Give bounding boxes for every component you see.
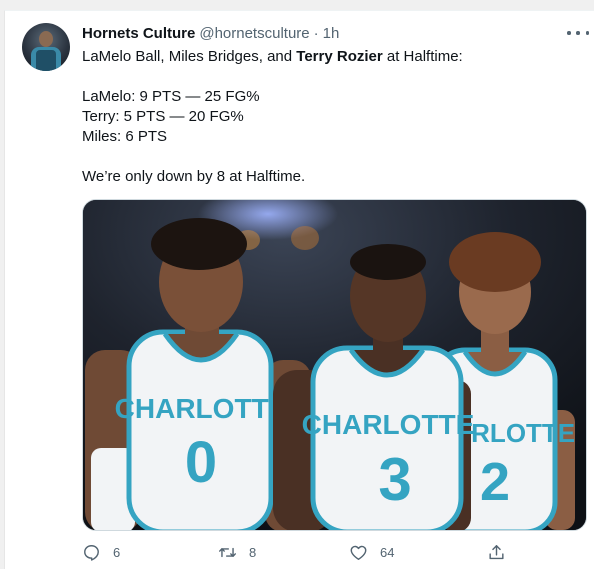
stat-line-terry: Terry: 5 PTS — 20 FG% — [82, 108, 244, 125]
author-name[interactable]: Hornets Culture — [82, 25, 195, 42]
more-options-icon[interactable] — [567, 23, 589, 43]
more-dot — [585, 31, 589, 35]
header-separator: · — [313, 25, 319, 42]
tweet-header: Hornets Culture @hornetsculture · 1h — [82, 25, 339, 45]
reply-count: 6 — [113, 545, 121, 560]
like-icon — [350, 545, 367, 560]
author-avatar[interactable] — [22, 23, 70, 71]
line1-suffix: at Halftime: — [382, 48, 463, 65]
more-dot — [576, 31, 580, 35]
retweet-button[interactable]: 8 — [218, 543, 256, 562]
more-dot — [567, 31, 571, 35]
share-icon — [489, 545, 504, 560]
retweet-icon — [219, 547, 236, 558]
line1-bold-name: Terry Rozier — [296, 48, 383, 65]
line1-prefix: LaMelo Ball, Miles Bridges, and — [82, 48, 297, 65]
players-photo: CHARLOTTE 2 CHARLOTTE 0 CHARLOTTE 3 — [83, 200, 586, 530]
author-handle[interactable]: @hornetsculture — [199, 25, 309, 42]
jersey-number-center: 3 — [378, 446, 411, 513]
jersey-text-center: CHARLOTTE — [302, 409, 475, 440]
tweet-timestamp[interactable]: 1h — [323, 25, 340, 42]
stat-line-lamelo: LaMelo: 9 PTS — 25 FG% — [82, 88, 260, 105]
avatar-head — [39, 31, 53, 47]
jersey-number-right: 2 — [480, 452, 510, 512]
share-button[interactable] — [487, 543, 506, 562]
like-button[interactable]: 64 — [349, 543, 394, 562]
tweet-actions: 6 8 64 — [5, 543, 594, 565]
like-count: 64 — [380, 545, 395, 560]
avatar-jersey-front — [36, 50, 56, 71]
jersey-number-left: 0 — [185, 430, 217, 495]
tweet-text-line-1: LaMelo Ball, Miles Bridges, and Terry Ro… — [82, 47, 463, 67]
reply-icon — [84, 545, 99, 561]
reply-button[interactable]: 6 — [82, 543, 120, 562]
tweet-card[interactable]: Hornets Culture @hornetsculture · 1h LaM… — [4, 10, 594, 569]
jersey-text-left: CHARLOTTE — [115, 393, 288, 424]
tweet-photo[interactable]: CHARLOTTE 2 CHARLOTTE 0 CHARLOTTE 3 — [82, 199, 587, 531]
tweet-closing-line: We’re only down by 8 at Halftime. — [82, 168, 306, 185]
retweet-count: 8 — [249, 545, 257, 560]
stat-line-miles: Miles: 6 PTS — [82, 128, 168, 145]
